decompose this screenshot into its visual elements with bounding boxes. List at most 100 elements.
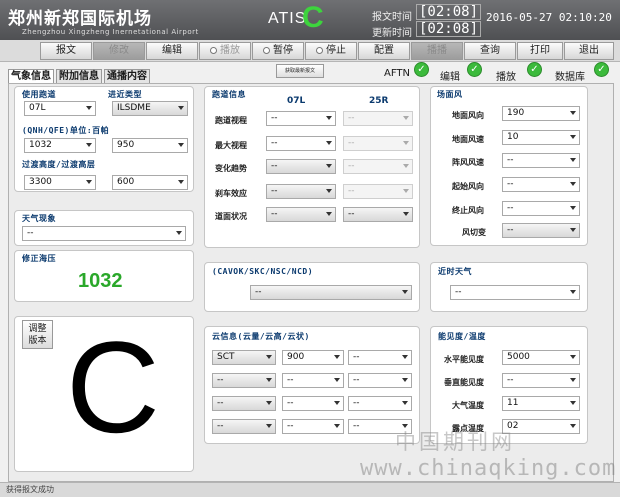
chevron-down-icon bbox=[570, 228, 576, 232]
tab-additional-info[interactable]: 附加信息 bbox=[56, 69, 102, 83]
cloud-height-2-value: -- bbox=[287, 375, 294, 385]
tab-weather-info[interactable]: 气象信息 bbox=[8, 69, 54, 84]
tab-broadcast-content[interactable]: 通播内容 bbox=[104, 69, 150, 83]
broadcast-button[interactable]: 播播 bbox=[411, 42, 463, 60]
watermark-cn: 中国期刊网 bbox=[395, 430, 515, 454]
query-button[interactable]: 查询 bbox=[464, 42, 516, 60]
wind-speed-value: 10 bbox=[507, 132, 519, 142]
vertical-visibility-value: -- bbox=[507, 375, 514, 385]
report-time-label: 报文时间 bbox=[372, 12, 412, 23]
rvr-07l-select[interactable]: -- bbox=[266, 111, 336, 126]
chevron-down-icon bbox=[266, 424, 272, 428]
play-button[interactable]: 播放 bbox=[199, 42, 251, 60]
braking-25r-select[interactable]: -- bbox=[343, 184, 413, 199]
surface-condition-label: 道面状况 bbox=[215, 211, 247, 221]
adjust-version-button[interactable]: 调整 版本 bbox=[22, 320, 53, 349]
runway-select[interactable]: 07L bbox=[24, 101, 96, 116]
corrected-pressure-value: 1032 bbox=[78, 270, 123, 292]
trend-07l-select[interactable]: -- bbox=[266, 159, 336, 174]
cavok-title: (CAVOK/SKC/NSC/NCD) bbox=[212, 267, 314, 276]
play-status-label: 播放 bbox=[496, 72, 516, 83]
wind-direction-value: 190 bbox=[507, 108, 525, 118]
cloud-height-4-select[interactable]: -- bbox=[282, 419, 344, 434]
wind-speed-select[interactable]: 10 bbox=[502, 130, 580, 145]
print-button[interactable]: 打印 bbox=[517, 42, 563, 60]
runway-value: 07L bbox=[29, 103, 46, 113]
cloud-amount-1-value: SCT bbox=[217, 352, 235, 362]
braking-07l-value: -- bbox=[271, 186, 278, 196]
edit-button[interactable]: 编辑 bbox=[146, 42, 198, 60]
cloud-amount-4-select[interactable]: -- bbox=[212, 419, 276, 434]
surface-condition-25r-select[interactable]: -- bbox=[343, 207, 413, 222]
cloud-type-2-select[interactable]: -- bbox=[348, 373, 412, 388]
config-button[interactable]: 配置 bbox=[358, 42, 410, 60]
rvr-25r-select[interactable]: -- bbox=[343, 111, 413, 126]
chevron-down-icon bbox=[570, 355, 576, 359]
exit-button[interactable]: 退出 bbox=[564, 42, 614, 60]
chevron-down-icon bbox=[86, 106, 92, 110]
rvr-label: 跑道视程 bbox=[215, 115, 247, 125]
cloud-type-3-select[interactable]: -- bbox=[348, 396, 412, 411]
cloud-type-1-select[interactable]: -- bbox=[348, 350, 412, 365]
wind-direction-select[interactable]: 190 bbox=[502, 106, 580, 121]
cloud-type-1-value: -- bbox=[353, 352, 360, 362]
start-direction-select[interactable]: -- bbox=[502, 177, 580, 192]
max-rvr-25r-select[interactable]: -- bbox=[343, 136, 413, 151]
weather-phenomenon-select[interactable]: -- bbox=[22, 226, 186, 241]
recent-weather-select[interactable]: -- bbox=[450, 285, 580, 300]
qnh-label: (QNH/QFE)单位:百帕 bbox=[22, 126, 110, 135]
max-rvr-07l-value: -- bbox=[271, 138, 278, 148]
cavok-select[interactable]: -- bbox=[250, 285, 412, 300]
stop-button[interactable]: 停止 bbox=[305, 42, 357, 60]
wind-speed-label: 地面风速 bbox=[452, 134, 484, 144]
qfe-select[interactable]: 950 bbox=[112, 138, 188, 153]
play-check-icon: ✓ bbox=[527, 62, 542, 77]
chevron-down-icon bbox=[402, 355, 408, 359]
runway-07l-header: 07L bbox=[287, 96, 306, 106]
chevron-down-icon bbox=[570, 111, 576, 115]
vertical-visibility-select[interactable]: -- bbox=[502, 373, 580, 388]
air-temperature-select[interactable]: 11 bbox=[502, 396, 580, 411]
cloud-amount-3-value: -- bbox=[217, 398, 224, 408]
modify-button[interactable]: 修改 bbox=[93, 42, 145, 60]
chevron-down-icon bbox=[176, 231, 182, 235]
message-button[interactable]: 报文 bbox=[40, 42, 92, 60]
wind-shear-label: 风切变 bbox=[462, 227, 486, 237]
chevron-down-icon bbox=[266, 355, 272, 359]
pause-button[interactable]: 暂停 bbox=[252, 42, 304, 60]
trend-25r-select[interactable]: -- bbox=[343, 159, 413, 174]
cloud-height-2-select[interactable]: -- bbox=[282, 373, 344, 388]
get-latest-message-button[interactable]: 获取最新报文 bbox=[276, 64, 324, 78]
max-rvr-25r-value: -- bbox=[348, 138, 355, 148]
trend-07l-value: -- bbox=[271, 161, 278, 171]
transition-level-value: 600 bbox=[117, 177, 135, 187]
surface-condition-07l-select[interactable]: -- bbox=[266, 207, 336, 222]
chevron-down-icon bbox=[334, 424, 340, 428]
current-datetime: 2016-05-27 02:10:20 bbox=[486, 11, 612, 24]
transition-altitude-select[interactable]: 3300 bbox=[24, 175, 96, 190]
adjust-line1: 调整 bbox=[28, 324, 47, 334]
horizontal-visibility-select[interactable]: 5000 bbox=[502, 350, 580, 365]
cloud-amount-2-select[interactable]: -- bbox=[212, 373, 276, 388]
trend-25r-value: -- bbox=[348, 161, 355, 171]
braking-07l-select[interactable]: -- bbox=[266, 184, 336, 199]
transition-label: 过渡高度/过渡高层 bbox=[22, 160, 96, 169]
end-direction-select[interactable]: -- bbox=[502, 201, 580, 216]
cloud-height-3-select[interactable]: -- bbox=[282, 396, 344, 411]
chevron-down-icon bbox=[326, 164, 332, 168]
visibility-title: 能见度/温度 bbox=[438, 332, 486, 341]
horizontal-visibility-value: 5000 bbox=[507, 352, 530, 362]
air-temperature-label: 大气温度 bbox=[452, 400, 484, 410]
wind-shear-select[interactable]: -- bbox=[502, 223, 580, 238]
cloud-amount-3-select[interactable]: -- bbox=[212, 396, 276, 411]
gust-speed-select[interactable]: -- bbox=[502, 153, 580, 168]
chevron-down-icon bbox=[570, 378, 576, 382]
max-rvr-07l-select[interactable]: -- bbox=[266, 136, 336, 151]
braking-25r-value: -- bbox=[348, 186, 355, 196]
cloud-amount-1-select[interactable]: SCT bbox=[212, 350, 276, 365]
wind-shear-value: -- bbox=[507, 225, 514, 235]
transition-level-select[interactable]: 600 bbox=[112, 175, 188, 190]
approach-select[interactable]: ILSDME bbox=[112, 101, 188, 116]
cloud-height-1-select[interactable]: 900 bbox=[282, 350, 344, 365]
qnh-select[interactable]: 1032 bbox=[24, 138, 96, 153]
